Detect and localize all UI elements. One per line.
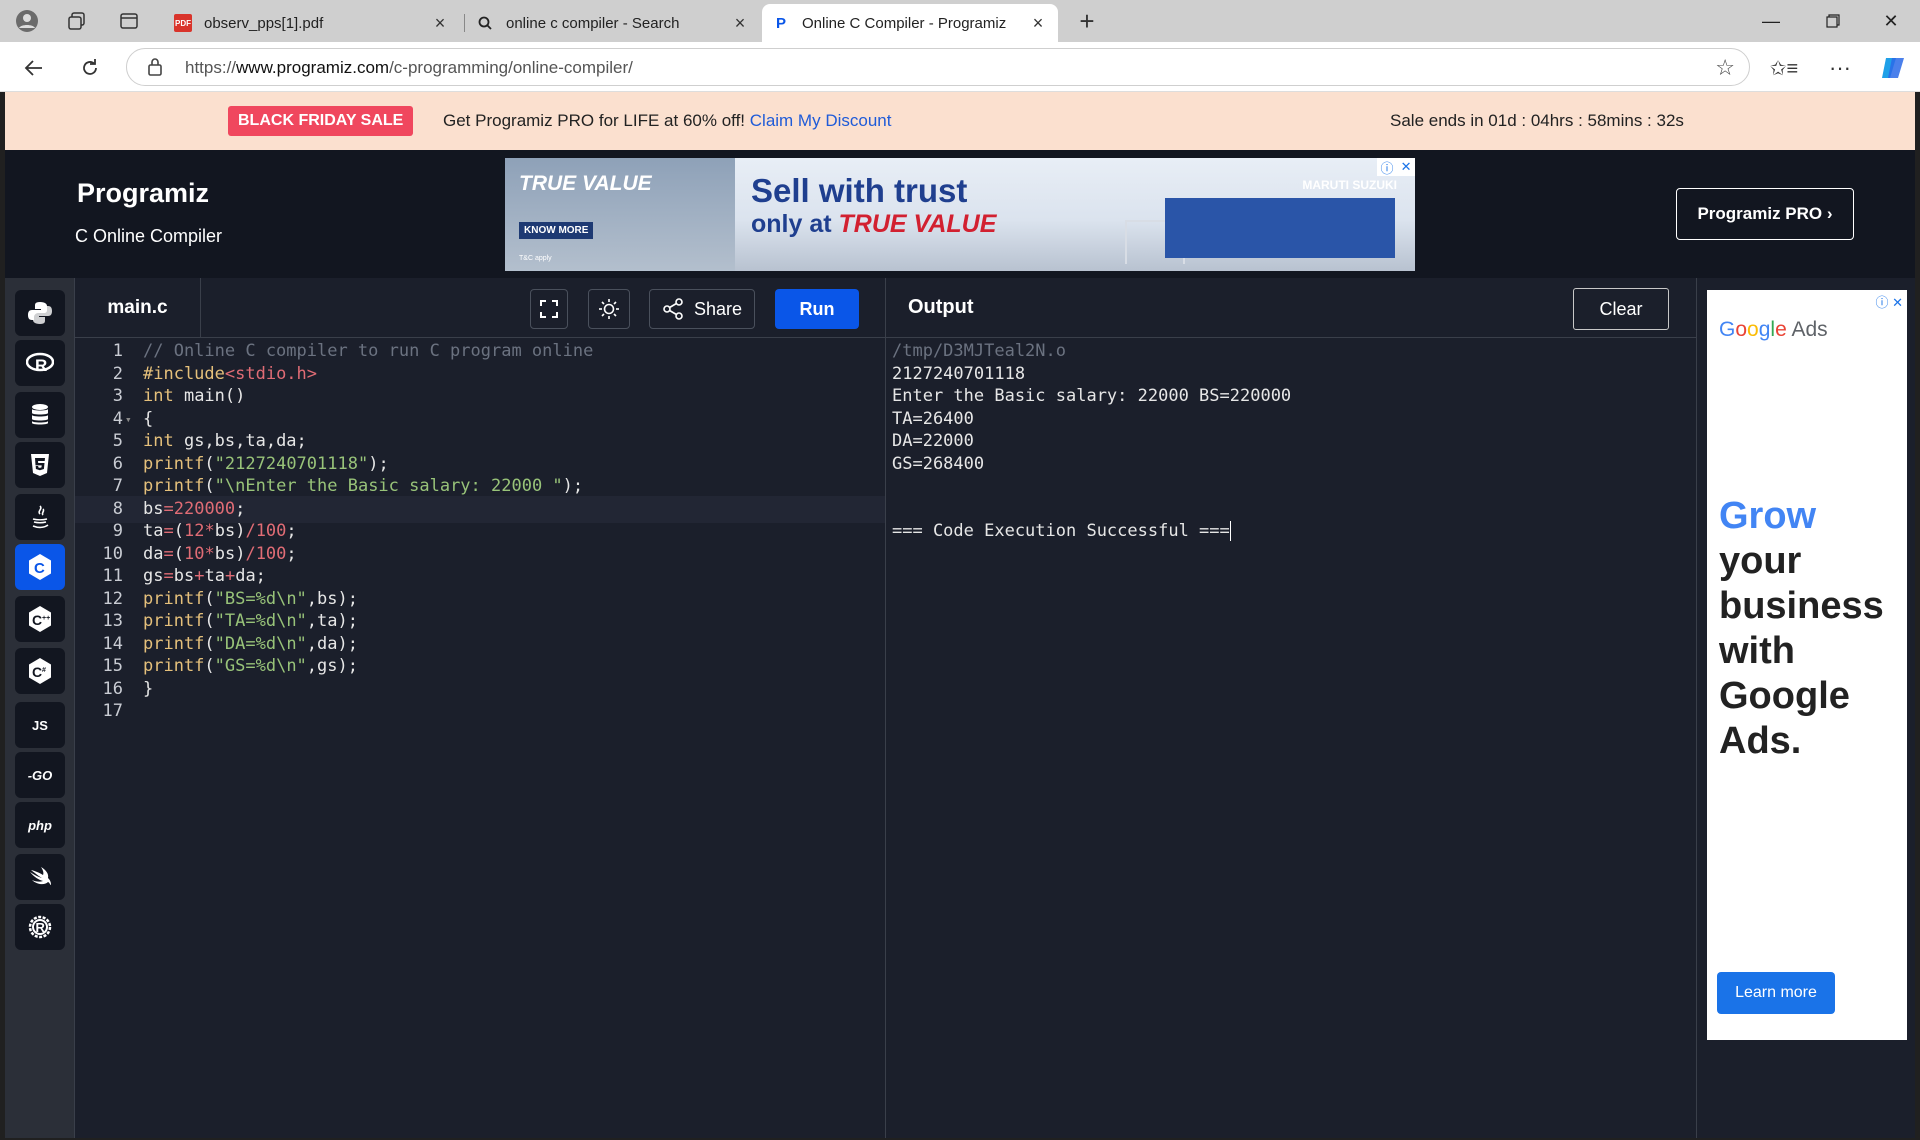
svg-text:C: C <box>32 664 42 680</box>
swift-icon[interactable] <box>15 854 65 900</box>
ad-close-icon[interactable]: ⓘ ✕ <box>1377 158 1415 176</box>
python-icon[interactable] <box>15 290 65 336</box>
tab-pdf[interactable]: PDF observ_pps[1].pdf × <box>164 4 460 42</box>
showroom-image <box>1165 198 1395 258</box>
url-text: https://www.programiz.com/c-programming/… <box>185 58 633 77</box>
more-options-icon[interactable]: ··· <box>1824 52 1856 84</box>
java-icon[interactable] <box>15 494 65 540</box>
sql-database-icon[interactable] <box>15 392 65 438</box>
r-icon[interactable]: R <box>15 340 65 386</box>
svg-text:++: ++ <box>42 615 50 622</box>
code-line[interactable]: 17 <box>75 698 885 726</box>
svg-text:#: # <box>42 667 46 674</box>
browser-tab-bar: PDF observ_pps[1].pdf × online c compile… <box>0 0 1920 42</box>
csharp-icon[interactable]: C # <box>15 648 65 694</box>
ad-info-icon[interactable]: ⓘ ✕ <box>1875 292 1903 311</box>
google-ads-logo: Google Ads <box>1719 318 1828 341</box>
tab-title: online c compiler - Search <box>506 14 680 32</box>
page-subtitle: C Online Compiler <box>75 226 223 246</box>
tab-title: Online C Compiler - Programiz <box>802 14 1007 32</box>
run-button[interactable]: Run <box>775 289 859 329</box>
lock-icon[interactable] <box>147 57 163 82</box>
output-panel: Output Clear /tmp/D3MJTeal2N.o 212724070… <box>885 278 1697 1138</box>
theme-toggle-button[interactable] <box>588 289 630 329</box>
cpp-icon[interactable]: C ++ <box>15 596 65 642</box>
go-icon[interactable]: -GO <box>15 752 65 798</box>
editor-toolbar: main.c Share Run <box>75 278 885 338</box>
ad-note: T&C apply <box>519 255 552 262</box>
refresh-icon[interactable] <box>74 52 106 84</box>
google-ads-banner[interactable]: ⓘ ✕ Google Ads Grow your business with G… <box>1707 290 1907 1040</box>
back-icon[interactable] <box>18 52 50 84</box>
ad-know-more-button[interactable]: KNOW MORE <box>519 222 594 239</box>
ad-headline: Sell with trust <box>751 172 968 209</box>
learn-more-button[interactable]: Learn more <box>1717 972 1835 1014</box>
ad-grow-text: Grow <box>1719 495 1817 537</box>
browser-nav-bar: https://www.programiz.com/c-programming/… <box>0 42 1920 92</box>
fullscreen-button[interactable] <box>530 289 568 329</box>
favorite-star-icon[interactable]: ☆ <box>1715 55 1735 81</box>
ad-body-text: your business with Google Ads. <box>1719 540 1884 762</box>
html5-icon[interactable] <box>15 442 65 488</box>
tab-search[interactable]: online c compiler - Search × <box>466 4 760 42</box>
promo-message: Get Programiz PRO for LIFE at 60% off! C… <box>443 111 892 130</box>
svg-text:R: R <box>35 356 47 374</box>
svg-text:C: C <box>32 612 42 628</box>
close-icon[interactable]: × <box>430 13 450 34</box>
minimize-icon[interactable]: — <box>1748 6 1794 36</box>
code-editor-panel: main.c Share Run 1// Online C compiler t… <box>75 278 885 1138</box>
language-sidebar: R C C ++ C # JS -GO php R <box>5 278 75 1138</box>
ad-partner: MARUTI SUZUKI <box>1302 178 1397 192</box>
site-header: Programiz C Online Compiler TRUE VALUE K… <box>5 150 1915 278</box>
text-cursor <box>1229 521 1231 541</box>
promo-banner: BLACK FRIDAY SALE Get Programiz PRO for … <box>5 92 1915 150</box>
php-icon[interactable]: php <box>15 802 65 848</box>
ad-banner[interactable]: TRUE VALUE KNOW MORE T&C apply Sell with… <box>505 158 1415 271</box>
programiz-pro-button[interactable]: Programiz PRO › <box>1676 188 1854 240</box>
javascript-icon[interactable]: JS <box>15 702 65 748</box>
profile-icon[interactable] <box>14 8 40 34</box>
workspaces-icon[interactable] <box>64 8 90 34</box>
output-title: Output <box>908 296 974 318</box>
ad-subheadline: only at TRUE VALUE <box>751 210 997 238</box>
clear-button[interactable]: Clear <box>1573 288 1669 330</box>
tab-actions-icon[interactable] <box>116 8 142 34</box>
share-button[interactable]: Share <box>649 289 755 329</box>
favorites-icon[interactable]: ✩≡ <box>1768 52 1800 84</box>
copilot-icon[interactable] <box>1878 52 1910 84</box>
svg-text:C: C <box>34 560 45 577</box>
line-number: 17 <box>102 701 123 721</box>
c-language-icon[interactable]: C <box>15 544 65 590</box>
programiz-favicon-icon: P <box>775 14 786 32</box>
right-ad-column: ⓘ ✕ Google Ads Grow your business with G… <box>1696 278 1915 1138</box>
output-line: === Code Execution Successful === <box>892 521 1231 541</box>
programiz-logo[interactable]: Programiz <box>77 178 209 209</box>
search-icon <box>476 14 494 32</box>
svg-text:R: R <box>36 920 46 935</box>
sale-timer: Sale ends in 01d : 04hrs : 58mins : 32s <box>1390 111 1684 130</box>
tab-title: observ_pps[1].pdf <box>204 14 324 32</box>
pdf-icon: PDF <box>174 14 192 32</box>
claim-discount-link[interactable]: Claim My Discount <box>750 111 892 130</box>
restore-icon[interactable] <box>1810 6 1856 36</box>
share-icon <box>663 298 683 320</box>
file-tab-main-c[interactable]: main.c <box>75 278 201 338</box>
sale-badge: BLACK FRIDAY SALE <box>228 106 414 136</box>
close-icon[interactable]: × <box>1028 13 1048 34</box>
output-toolbar: Output Clear <box>886 278 1697 338</box>
tab-programiz[interactable]: P Online C Compiler - Programiz × <box>762 4 1058 42</box>
ad-brand: TRUE VALUE <box>519 172 652 195</box>
output-line: GS=268400 <box>892 453 985 474</box>
sun-icon <box>599 299 619 319</box>
address-bar[interactable]: https://www.programiz.com/c-programming/… <box>126 48 1750 86</box>
new-tab-icon[interactable]: + <box>1074 6 1100 36</box>
rust-icon[interactable]: R <box>15 904 65 950</box>
share-label: Share <box>693 298 743 319</box>
close-icon[interactable]: × <box>730 13 750 34</box>
close-window-icon[interactable]: ✕ <box>1868 6 1914 36</box>
fullscreen-icon <box>540 300 558 318</box>
code-area[interactable]: 1// Online C compiler to run C program o… <box>75 338 885 1138</box>
